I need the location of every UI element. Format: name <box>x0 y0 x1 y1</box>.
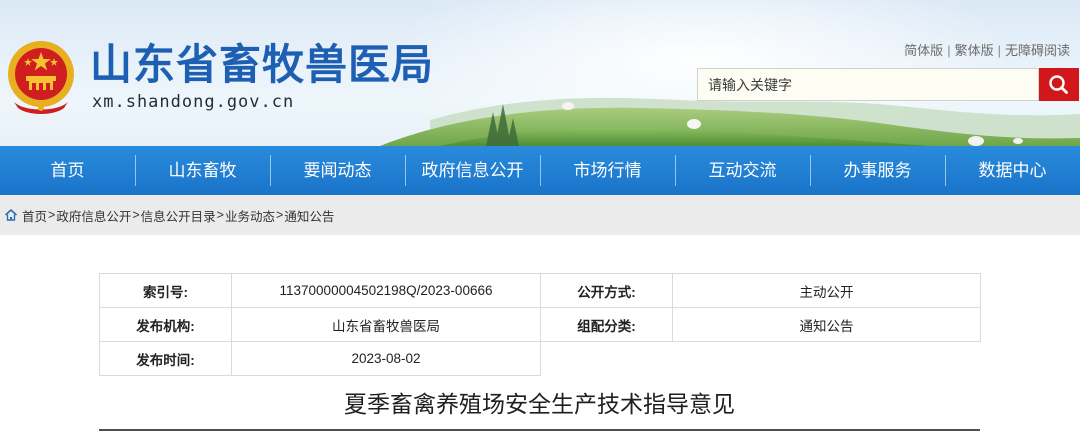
search-button[interactable] <box>1039 68 1079 101</box>
nav-item-data-center[interactable]: 数据中心 <box>945 146 1080 195</box>
open-mode-label: 公开方式: <box>540 273 673 308</box>
nav-item-interaction[interactable]: 互动交流 <box>675 146 810 195</box>
nav-item-home[interactable]: 首页 <box>0 146 135 195</box>
breadcrumb-business-news[interactable]: 业务动态 <box>225 206 275 225</box>
breadcrumb-gov-info[interactable]: 政府信息公开 <box>56 206 131 225</box>
breadcrumb-separator: > <box>132 208 140 222</box>
table-row: 索引号: 11370000004502198Q/2023-00666 公开方式:… <box>99 273 981 308</box>
breadcrumb-notices[interactable]: 通知公告 <box>284 206 334 225</box>
nav-item-services[interactable]: 办事服务 <box>810 146 945 195</box>
accessible-reading-link[interactable]: 无障碍阅读 <box>1005 43 1070 58</box>
breadcrumb-separator: > <box>216 208 224 222</box>
main-nav: 首页 山东畜牧 要闻动态 政府信息公开 市场行情 互动交流 办事服务 数据中心 <box>0 146 1080 195</box>
breadcrumb-home[interactable]: 首页 <box>22 206 47 225</box>
breadcrumb-separator: > <box>48 208 56 222</box>
breadcrumb-separator: > <box>276 208 284 222</box>
link-separator: | <box>997 43 1001 58</box>
publisher-value: 山东省畜牧兽医局 <box>231 307 541 342</box>
site-domain: xm.shandong.gov.cn <box>92 92 295 112</box>
simplified-version-link[interactable]: 简体版 <box>904 43 943 58</box>
index-number-label: 索引号: <box>99 273 232 308</box>
publisher-label: 发布机构: <box>99 307 232 342</box>
index-number-value: 11370000004502198Q/2023-00666 <box>231 273 541 308</box>
nav-item-news[interactable]: 要闻动态 <box>270 146 405 195</box>
national-emblem-icon <box>8 41 74 114</box>
version-links: 简体版 | 繁体版 | 无障碍阅读 <box>904 40 1070 59</box>
home-icon <box>4 209 18 221</box>
publish-date-label: 发布时间: <box>99 341 232 376</box>
search-icon <box>1049 75 1068 94</box>
document-info-table: 索引号: 11370000004502198Q/2023-00666 公开方式:… <box>99 273 981 376</box>
nav-item-market[interactable]: 市场行情 <box>540 146 675 195</box>
table-row: 发布时间: 2023-08-02 <box>99 341 981 376</box>
category-label: 组配分类: <box>540 307 673 342</box>
open-mode-value: 主动公开 <box>672 273 981 308</box>
publish-date-value: 2023-08-02 <box>231 341 541 376</box>
breadcrumb: 首页 > 政府信息公开 > 信息公开目录 > 业务动态 > 通知公告 <box>0 195 1080 235</box>
category-value: 通知公告 <box>672 307 981 342</box>
site-name: 山东省畜牧兽医局 <box>90 40 435 89</box>
nav-item-gov-info[interactable]: 政府信息公开 <box>405 146 540 195</box>
search-input[interactable] <box>697 68 1039 101</box>
site-header: 山东省畜牧兽医局 xm.shandong.gov.cn 简体版 | 繁体版 | 无障碍阅… <box>0 0 1080 146</box>
title-divider <box>99 429 980 431</box>
link-separator: | <box>947 43 951 58</box>
empty-cell <box>540 341 981 376</box>
table-row: 发布机构: 山东省畜牧兽医局 组配分类: 通知公告 <box>99 307 981 342</box>
nav-item-shandong-livestock[interactable]: 山东畜牧 <box>135 146 270 195</box>
traditional-version-link[interactable]: 繁体版 <box>955 43 994 58</box>
article-title: 夏季畜禽养殖场安全生产技术指导意见 <box>344 391 735 417</box>
breadcrumb-info-catalog[interactable]: 信息公开目录 <box>141 206 216 225</box>
